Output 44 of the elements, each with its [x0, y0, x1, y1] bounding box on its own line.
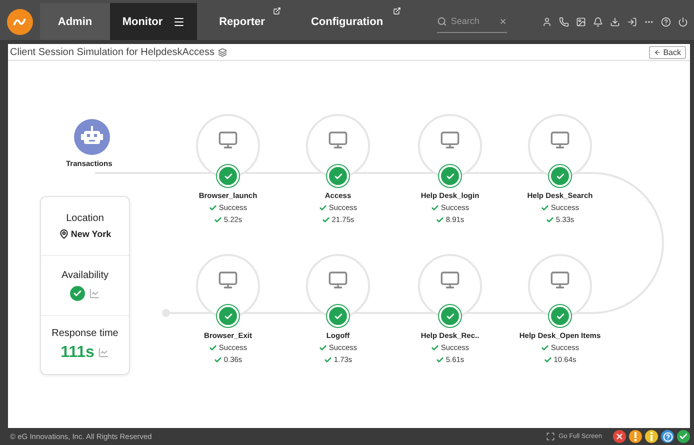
- robot-icon[interactable]: [74, 119, 110, 155]
- search-icon: [437, 16, 447, 26]
- menu-icon[interactable]: [172, 16, 185, 28]
- location-value: New York: [70, 229, 112, 240]
- location-label: Location: [66, 213, 104, 224]
- external-link-icon[interactable]: [393, 7, 401, 15]
- help-icon[interactable]: [661, 16, 671, 26]
- end-dot: [162, 309, 170, 317]
- ok-status-icon[interactable]: [677, 430, 690, 443]
- response-time-value: 111s: [60, 344, 94, 362]
- response-time-label: Response time: [52, 328, 118, 339]
- user-icon[interactable]: [542, 16, 552, 26]
- map-pin-icon: [58, 229, 69, 240]
- logo-icon: [7, 8, 33, 34]
- monitor-icon: [218, 270, 238, 290]
- sign-in-icon[interactable]: [627, 16, 637, 26]
- download-icon[interactable]: [610, 16, 620, 26]
- page-title: Client Session Simulation for HelpdeskAccess: [10, 46, 215, 58]
- search-input[interactable]: Search: [450, 16, 495, 26]
- warning-status-icon[interactable]: [629, 430, 642, 443]
- power-icon[interactable]: [678, 16, 688, 26]
- nav-tab[interactable]: Monitor: [110, 3, 197, 40]
- back-arrow-icon: [654, 48, 662, 56]
- image-icon[interactable]: [576, 16, 586, 26]
- error-status-icon[interactable]: [613, 430, 626, 443]
- monitor-icon: [328, 130, 348, 150]
- monitor-icon: [218, 130, 238, 150]
- layers-icon: [218, 48, 227, 56]
- full-screen-icon: [546, 432, 555, 441]
- help-status-icon[interactable]: [661, 430, 674, 443]
- bell-icon[interactable]: [593, 16, 603, 26]
- info-status-icon[interactable]: [645, 430, 658, 443]
- back-button[interactable]: Back: [649, 46, 686, 58]
- monitor-icon: [550, 270, 570, 290]
- monitor-icon: [440, 270, 460, 290]
- close-icon[interactable]: [498, 16, 507, 26]
- nav-tab[interactable]: Admin: [40, 3, 110, 40]
- availability-label: Availability: [61, 270, 109, 281]
- monitor-icon: [550, 130, 570, 150]
- monitor-icon: [440, 130, 460, 150]
- search-field[interactable]: Search: [437, 10, 507, 33]
- external-link-icon[interactable]: [273, 7, 281, 15]
- monitor-icon: [328, 270, 348, 290]
- phone-icon[interactable]: [559, 16, 569, 26]
